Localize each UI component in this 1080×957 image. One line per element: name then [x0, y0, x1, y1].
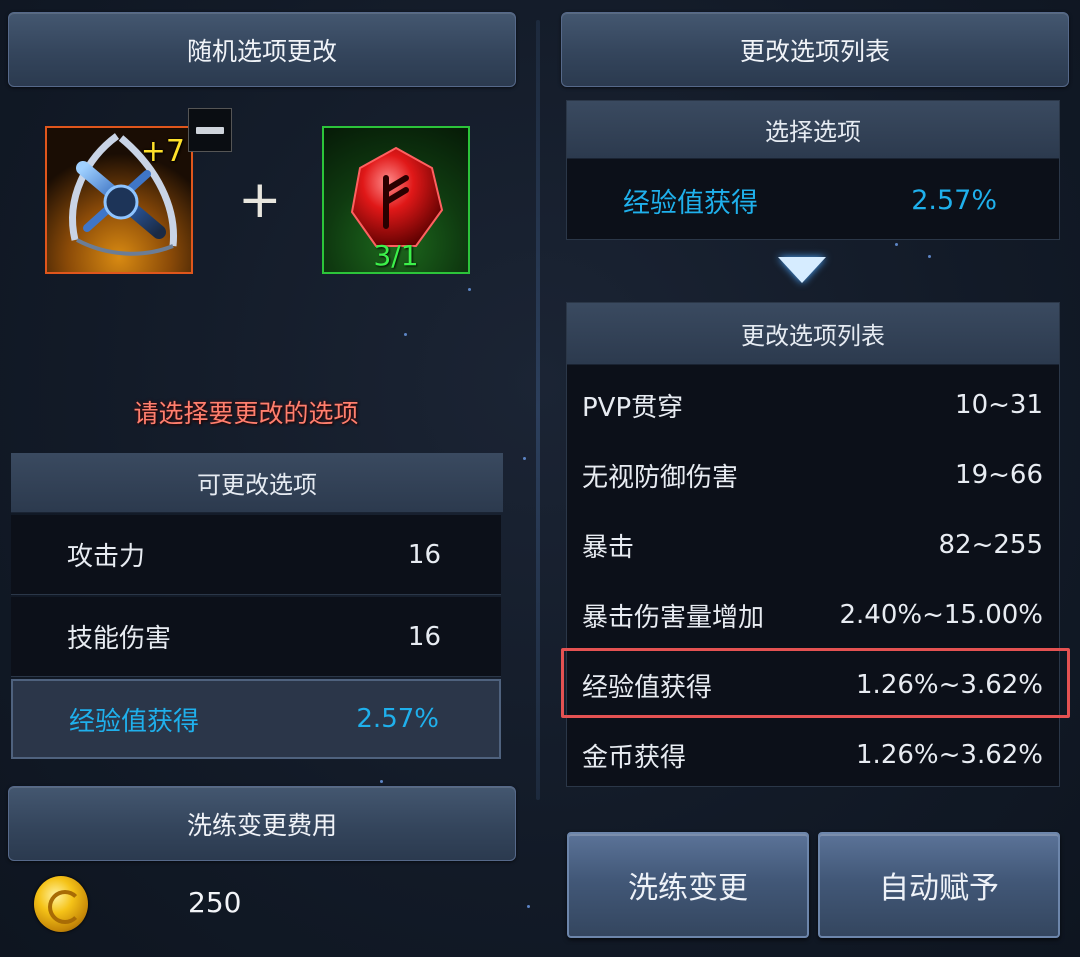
change-option-list-title: 更改选项列表	[561, 12, 1069, 87]
selected-option-value: 2.57%	[911, 184, 997, 216]
changeable-option-row-selected[interactable]: 经验值获得 2.57%	[11, 679, 501, 759]
option-value: 2.57%	[356, 704, 439, 734]
selected-option-row: 经验值获得 2.57%	[567, 162, 1059, 238]
option-list-header: 更改选项列表	[567, 303, 1059, 365]
changeable-options-header: 可更改选项	[11, 453, 503, 513]
changeable-option-row[interactable]: 攻击力 16	[11, 515, 501, 595]
remove-item-button[interactable]	[188, 108, 232, 152]
option-label: PVP贯穿	[582, 392, 684, 423]
option-label: 金币获得	[582, 742, 687, 773]
down-arrow-icon	[778, 257, 826, 283]
option-range: 82~255	[938, 530, 1044, 560]
option-range: 1.26%~3.62%	[856, 740, 1043, 770]
weapon-enhance-level: +7	[140, 134, 185, 169]
option-label: 攻击力	[67, 542, 146, 572]
background-star	[527, 905, 530, 908]
material-count: 3/1	[373, 239, 419, 272]
panel-divider	[536, 20, 540, 800]
background-star	[895, 243, 898, 246]
option-list-row: 暴击伤害量增加 2.40%~15.00%	[568, 580, 1059, 650]
background-star	[404, 333, 407, 336]
selected-option-header: 选择选项	[567, 101, 1059, 159]
background-star	[523, 457, 526, 460]
option-label: 技能伤害	[67, 624, 172, 654]
option-range: 19~66	[955, 460, 1043, 490]
option-range: 2.40%~15.00%	[839, 600, 1043, 630]
option-range: 10~31	[955, 390, 1043, 420]
background-star	[380, 780, 383, 783]
random-option-change-title: 随机选项更改	[8, 12, 516, 87]
option-label: 暴击伤害量增加	[582, 602, 765, 633]
option-label: 暴击	[582, 532, 635, 563]
option-list-row: PVP贯穿 10~31	[568, 370, 1059, 440]
changeable-option-row[interactable]: 技能伤害 16	[11, 597, 501, 677]
material-slot[interactable]: 3/1	[322, 126, 470, 274]
plus-sign: +	[238, 170, 282, 230]
reroll-change-button[interactable]: 洗练变更	[567, 832, 809, 938]
option-list-row: 无视防御伤害 19~66	[568, 440, 1059, 510]
option-value: 16	[407, 621, 441, 652]
highlight-box	[561, 648, 1070, 718]
option-value: 16	[407, 539, 441, 570]
option-label: 经验值获得	[69, 706, 200, 737]
option-list-row: 金币获得 1.26%~3.62%	[568, 720, 1059, 790]
minus-icon	[196, 126, 224, 134]
auto-assign-button[interactable]: 自动赋予	[818, 832, 1060, 938]
select-option-prompt: 请选择要更改的选项	[133, 399, 359, 428]
option-list-row: 暴击 82~255	[568, 510, 1059, 580]
background-star	[468, 288, 471, 291]
background-star	[928, 255, 931, 258]
option-label: 无视防御伤害	[582, 462, 739, 493]
selected-option-label: 经验值获得	[623, 187, 758, 219]
reroll-cost-value: 250	[188, 886, 242, 919]
reroll-cost-header: 洗练变更费用	[8, 786, 516, 861]
gold-coin-icon	[34, 876, 88, 932]
weapon-slot[interactable]: +7	[45, 126, 193, 274]
